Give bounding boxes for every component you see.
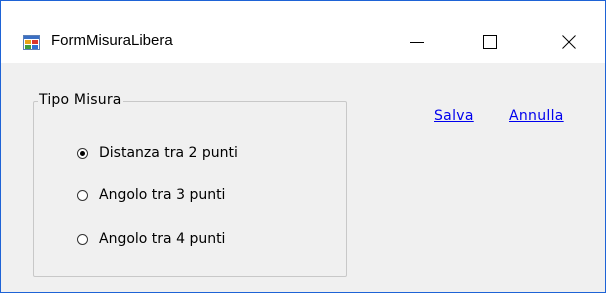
window-title: FormMisuraLibera	[51, 32, 173, 49]
cancel-link[interactable]: Annulla	[509, 108, 564, 124]
radio-button-checked[interactable]	[77, 147, 88, 159]
form-client-area: Tipo Misura Distanza tra 2 punti Angolo …	[1, 63, 605, 292]
radio-button[interactable]	[77, 189, 88, 201]
minimize-icon	[410, 35, 424, 49]
close-button[interactable]	[542, 23, 596, 61]
minimize-button[interactable]	[390, 23, 444, 61]
radio-label: Angolo tra 3 punti	[99, 187, 226, 203]
maximize-icon	[483, 35, 497, 49]
close-icon	[562, 35, 576, 49]
radio-label: Angolo tra 4 punti	[99, 231, 226, 247]
radio-angolo-3-punti[interactable]: Angolo tra 3 punti	[77, 187, 225, 203]
form-window: FormMisuraLibera Tipo Misura Distanza tr…	[0, 0, 606, 293]
maximize-button[interactable]	[463, 23, 517, 61]
title-bar[interactable]: FormMisuraLibera	[1, 1, 605, 63]
groupbox-label: Tipo Misura	[38, 92, 123, 108]
radio-button[interactable]	[77, 233, 88, 245]
windows-form-icon[interactable]	[23, 35, 40, 50]
save-link[interactable]: Salva	[434, 108, 474, 124]
radio-label: Distanza tra 2 punti	[99, 145, 238, 161]
radio-distanza-2-punti[interactable]: Distanza tra 2 punti	[77, 145, 238, 161]
radio-angolo-4-punti[interactable]: Angolo tra 4 punti	[77, 231, 225, 247]
